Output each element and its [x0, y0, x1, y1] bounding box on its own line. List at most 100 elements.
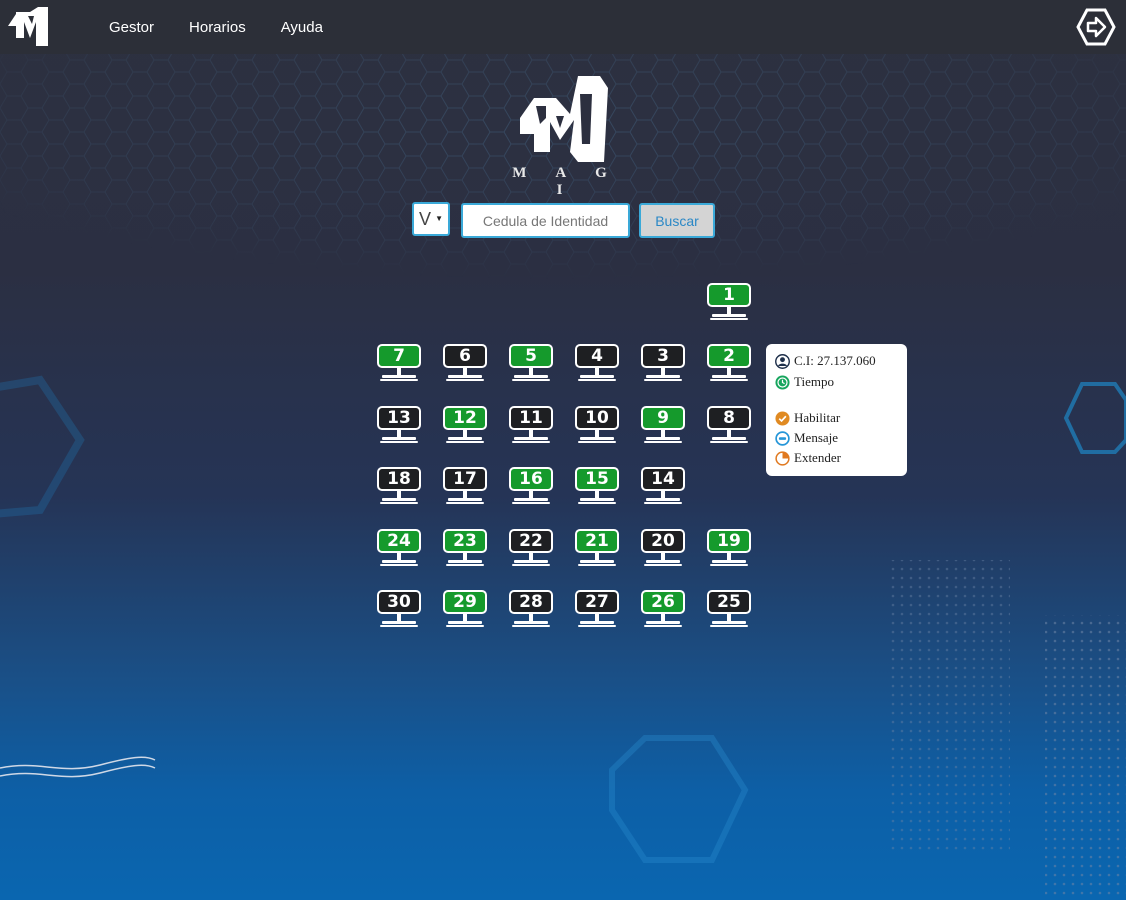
- computer-8[interactable]: 8: [707, 406, 755, 446]
- computer-number: 1: [707, 283, 751, 307]
- computer-16[interactable]: 16: [509, 467, 557, 507]
- monitor-base: [580, 437, 614, 440]
- computer-6[interactable]: 6: [443, 344, 491, 384]
- monitor-base-lower: [578, 502, 616, 504]
- monitor-base: [448, 560, 482, 563]
- monitor-base-lower: [710, 625, 748, 627]
- computer-10[interactable]: 10: [575, 406, 623, 446]
- computer-7[interactable]: 7: [377, 344, 425, 384]
- monitor-base-lower: [380, 441, 418, 443]
- computer-13[interactable]: 13: [377, 406, 425, 446]
- user-icon: [775, 353, 790, 369]
- magi-logo-icon[interactable]: [6, 4, 50, 50]
- computer-26[interactable]: 26: [641, 590, 689, 630]
- computer-1[interactable]: 1: [707, 283, 755, 323]
- computer-20[interactable]: 20: [641, 529, 689, 569]
- computer-number: 29: [443, 590, 487, 614]
- monitor-base-lower: [446, 625, 484, 627]
- document-type-select[interactable]: V ▼: [412, 202, 450, 236]
- monitor-base: [382, 560, 416, 563]
- computer-number: 9: [641, 406, 685, 430]
- monitor-stand: [595, 553, 599, 560]
- habilitar-action[interactable]: Habilitar: [775, 409, 840, 427]
- logout-icon[interactable]: [1076, 7, 1116, 47]
- monitor-base: [448, 621, 482, 624]
- popup-tiempo: Tiempo: [794, 374, 834, 389]
- monitor-stand: [529, 430, 533, 437]
- monitor-base-lower: [578, 379, 616, 381]
- computer-number: 28: [509, 590, 553, 614]
- monitor-base-lower: [380, 502, 418, 504]
- monitor-base-lower: [512, 379, 550, 381]
- computer-12[interactable]: 12: [443, 406, 491, 446]
- monitor-base: [382, 621, 416, 624]
- monitor-stand: [463, 553, 467, 560]
- nav-horarios[interactable]: Horarios: [189, 19, 246, 36]
- computer-30[interactable]: 30: [377, 590, 425, 630]
- search-button[interactable]: Buscar: [639, 203, 715, 238]
- computer-21[interactable]: 21: [575, 529, 623, 569]
- monitor-base: [448, 375, 482, 378]
- magi-brand-logo: [520, 76, 608, 162]
- monitor-base-lower: [380, 564, 418, 566]
- computer-4[interactable]: 4: [575, 344, 623, 384]
- computer-11[interactable]: 11: [509, 406, 557, 446]
- computer-25[interactable]: 25: [707, 590, 755, 630]
- monitor-base-lower: [512, 502, 550, 504]
- monitor-base: [580, 498, 614, 501]
- computer-number: 23: [443, 529, 487, 553]
- popup-ci-row: C.I: 27.137.060: [775, 352, 876, 370]
- monitor-base-lower: [644, 564, 682, 566]
- monitor-stand: [661, 614, 665, 621]
- monitor-base: [514, 498, 548, 501]
- computer-27[interactable]: 27: [575, 590, 623, 630]
- computer-3[interactable]: 3: [641, 344, 689, 384]
- monitor-stand: [529, 614, 533, 621]
- computer-number: 15: [575, 467, 619, 491]
- monitor-base: [712, 375, 746, 378]
- message-icon: [775, 430, 790, 446]
- monitor-base: [712, 621, 746, 624]
- computer-17[interactable]: 17: [443, 467, 491, 507]
- monitor-base-lower: [644, 379, 682, 381]
- brand-name: M A G I: [512, 165, 620, 198]
- computer-9[interactable]: 9: [641, 406, 689, 446]
- monitor-base-lower: [512, 441, 550, 443]
- nav-ayuda[interactable]: Ayuda: [281, 19, 323, 36]
- monitor-stand: [397, 553, 401, 560]
- computer-number: 10: [575, 406, 619, 430]
- monitor-stand: [595, 614, 599, 621]
- computer-14[interactable]: 14: [641, 467, 689, 507]
- monitor-base-lower: [512, 625, 550, 627]
- habilitar-label: Habilitar: [794, 410, 841, 425]
- monitor-stand: [463, 491, 467, 498]
- computer-number: 18: [377, 467, 421, 491]
- computer-2[interactable]: 2: [707, 344, 755, 384]
- monitor-base-lower: [710, 379, 748, 381]
- computer-15[interactable]: 15: [575, 467, 623, 507]
- mensaje-action[interactable]: Mensaje: [775, 429, 838, 447]
- computer-28[interactable]: 28: [509, 590, 557, 630]
- monitor-base-lower: [380, 379, 418, 381]
- monitor-base-lower: [446, 379, 484, 381]
- computer-number: 25: [707, 590, 751, 614]
- computer-29[interactable]: 29: [443, 590, 491, 630]
- monitor-stand: [661, 553, 665, 560]
- cedula-input[interactable]: [461, 203, 630, 238]
- computer-number: 27: [575, 590, 619, 614]
- extender-action[interactable]: Extender: [775, 449, 841, 467]
- computer-19[interactable]: 19: [707, 529, 755, 569]
- monitor-stand: [661, 368, 665, 375]
- computer-number: 16: [509, 467, 553, 491]
- computer-23[interactable]: 23: [443, 529, 491, 569]
- computer-24[interactable]: 24: [377, 529, 425, 569]
- nav-gestor[interactable]: Gestor: [109, 19, 154, 36]
- computer-18[interactable]: 18: [377, 467, 425, 507]
- monitor-base-lower: [710, 564, 748, 566]
- computer-number: 24: [377, 529, 421, 553]
- monitor-base-lower: [578, 564, 616, 566]
- monitor-base: [712, 560, 746, 563]
- monitor-base: [580, 560, 614, 563]
- computer-22[interactable]: 22: [509, 529, 557, 569]
- computer-5[interactable]: 5: [509, 344, 557, 384]
